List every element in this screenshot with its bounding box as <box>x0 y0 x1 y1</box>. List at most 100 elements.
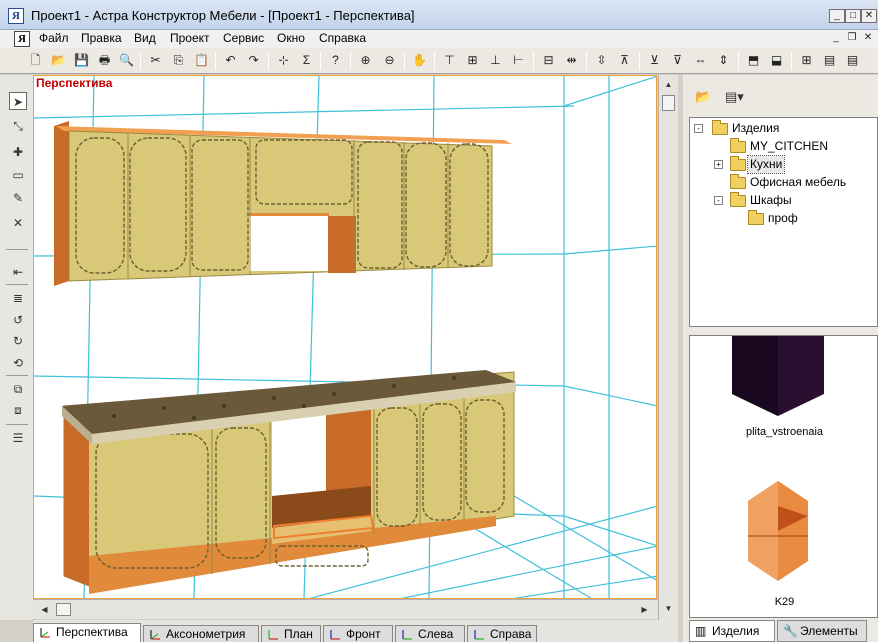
rotate-select-icon[interactable]: ⤡ <box>9 117 27 135</box>
viewport-title: Перспектива <box>36 76 113 90</box>
document-system-icon[interactable]: Я <box>14 31 30 47</box>
right-view-icon <box>474 630 484 640</box>
grid-icon[interactable]: ⊞ <box>797 51 816 70</box>
print-icon[interactable]: 🖶 <box>95 51 114 70</box>
plita-thumbnail[interactable] <box>732 336 824 416</box>
rotate-z-icon[interactable]: ⟲ <box>9 354 27 372</box>
menu-view[interactable]: Вид <box>134 31 156 45</box>
zoom-in-icon[interactable]: ⊕ <box>356 51 375 70</box>
scroll-up-icon[interactable]: ▲ <box>661 77 676 92</box>
align-left-icon[interactable]: ⊢ <box>509 51 528 70</box>
collapse-toggle-icon[interactable]: - <box>714 196 723 205</box>
align-top-icon[interactable]: ⊤ <box>440 51 459 70</box>
distribute-v-icon[interactable]: ⇳ <box>592 51 611 70</box>
align-middle-icon[interactable]: ⊞ <box>463 51 482 70</box>
mdi-minimize-button[interactable]: _ <box>830 32 842 44</box>
k29-thumbnail[interactable] <box>748 481 808 581</box>
paste-icon[interactable]: 📋 <box>192 51 211 70</box>
horizontal-scroll-thumb[interactable] <box>56 603 71 616</box>
tab-label: План <box>284 627 313 641</box>
window-maximize-button[interactable]: □ <box>845 9 861 23</box>
delete-icon[interactable]: ✕ <box>9 214 27 232</box>
new-doc-icon[interactable]: 🗋 <box>26 51 45 70</box>
align-tool-icon[interactable]: ≣ <box>9 289 27 307</box>
eraser-icon[interactable]: ✎ <box>9 189 27 207</box>
zoom-out-icon[interactable]: ⊖ <box>380 51 399 70</box>
rotate-left-icon[interactable]: ↺ <box>9 311 27 329</box>
spacing-v-icon[interactable]: ⇕ <box>714 51 733 70</box>
print-preview-icon[interactable]: 🔍 <box>117 51 136 70</box>
tab-front[interactable]: Фронт <box>323 625 393 642</box>
layout-icon[interactable]: ▤ <box>820 51 839 70</box>
add-item-icon[interactable]: ✚ <box>9 143 27 161</box>
scroll-left-icon[interactable]: ◀ <box>37 602 52 617</box>
menu-edit[interactable]: Правка <box>81 31 122 45</box>
menu-service[interactable]: Сервис <box>223 31 264 45</box>
spacing-h-icon[interactable]: ⇔ <box>691 51 710 70</box>
panel-tabs: ▥ Изделия 🔧 Элементы <box>689 620 878 642</box>
split-h-icon[interactable]: ⇤ <box>9 263 27 281</box>
move-down-icon[interactable]: ⬓ <box>767 51 786 70</box>
tab-products[interactable]: ▥ Изделия <box>689 620 775 642</box>
app-icon: Я <box>8 8 24 24</box>
snap-bottom-icon[interactable]: ⊽ <box>668 51 687 70</box>
view-mode-dropdown-icon[interactable]: ▤▾ <box>725 89 744 105</box>
mdi-restore-button[interactable]: ❐ <box>846 32 858 44</box>
distribute-h-icon[interactable]: ⇹ <box>562 51 581 70</box>
layout-icon[interactable]: ▤ <box>843 51 862 70</box>
redo-icon[interactable]: ↷ <box>244 51 263 70</box>
properties-icon[interactable]: ☰ <box>9 429 27 447</box>
open-folder-icon[interactable]: 📂 <box>695 89 711 105</box>
snap-middle-icon[interactable]: ⊻ <box>645 51 664 70</box>
copy-icon[interactable]: ⎘ <box>169 51 188 70</box>
tab-label: Фронт <box>346 627 381 641</box>
tab-left[interactable]: Слева <box>395 625 465 642</box>
tree-node-label: MY_CITCHEN <box>750 139 829 153</box>
window-minimize-button[interactable]: _ <box>829 9 845 23</box>
horizontal-scrollbar[interactable]: ◀ ▶ <box>33 599 658 619</box>
snap-top-icon[interactable]: ⊼ <box>615 51 634 70</box>
scroll-right-icon[interactable]: ▶ <box>637 602 652 617</box>
window-close-button[interactable]: ✕ <box>861 9 877 23</box>
menu-project[interactable]: Проект <box>170 31 210 45</box>
menu-file[interactable]: Файл <box>39 31 69 45</box>
menu-help[interactable]: Справка <box>319 31 366 45</box>
tab-plan[interactable]: План <box>261 625 321 642</box>
align-center-icon[interactable]: ⊟ <box>539 51 558 70</box>
open-folder-icon[interactable]: 📂 <box>49 51 68 70</box>
ungroup-icon[interactable]: ⧈ <box>9 401 27 419</box>
element-preview-list: plita_vstroenaia K29 <box>689 335 878 618</box>
vertical-scroll-thumb[interactable] <box>662 95 675 111</box>
hierarchy-icon[interactable]: ⊹ <box>274 51 293 70</box>
undo-icon[interactable]: ↶ <box>221 51 240 70</box>
save-icon[interactable]: 💾 <box>72 51 91 70</box>
tree-node-label: Шкафы <box>750 193 792 207</box>
group-icon[interactable]: ⧉ <box>9 380 27 398</box>
align-bottom-icon[interactable]: ⊥ <box>486 51 505 70</box>
rotate-right-icon[interactable]: ↻ <box>9 332 27 350</box>
tab-label: Аксонометрия <box>166 627 246 641</box>
move-up-icon[interactable]: ⬒ <box>744 51 763 70</box>
pan-hand-icon[interactable]: ✋ <box>410 51 429 70</box>
expand-toggle-icon[interactable]: + <box>714 160 723 169</box>
menu-window[interactable]: Окно <box>277 31 305 45</box>
rectangle-icon[interactable]: ▭ <box>9 166 27 184</box>
scroll-down-icon[interactable]: ▼ <box>661 601 676 616</box>
tab-perspective[interactable]: Перспектива <box>33 623 141 642</box>
folder-icon <box>712 120 728 135</box>
tab-axonometry[interactable]: Аксонометрия <box>143 625 259 642</box>
sum-icon[interactable]: Σ <box>297 51 316 70</box>
help-pointer-icon[interactable]: ? <box>326 51 345 70</box>
tab-label: Изделия <box>712 624 760 638</box>
select-arrow-icon[interactable]: ➤ <box>9 92 27 110</box>
perspective-viewport[interactable]: Перспектива <box>33 75 657 599</box>
vertical-scrollbar[interactable]: ▲ ▼ <box>658 75 678 620</box>
panel-splitter[interactable] <box>689 327 878 335</box>
preview-thumbnails <box>732 336 824 581</box>
collapse-toggle-icon[interactable]: - <box>694 124 703 133</box>
tab-right[interactable]: Справа <box>467 625 537 642</box>
mdi-close-button[interactable]: ✕ <box>862 32 874 44</box>
tab-elements[interactable]: 🔧 Элементы <box>777 620 867 642</box>
cut-icon[interactable]: ✂ <box>146 51 165 70</box>
upper-cabinets[interactable] <box>54 121 512 286</box>
